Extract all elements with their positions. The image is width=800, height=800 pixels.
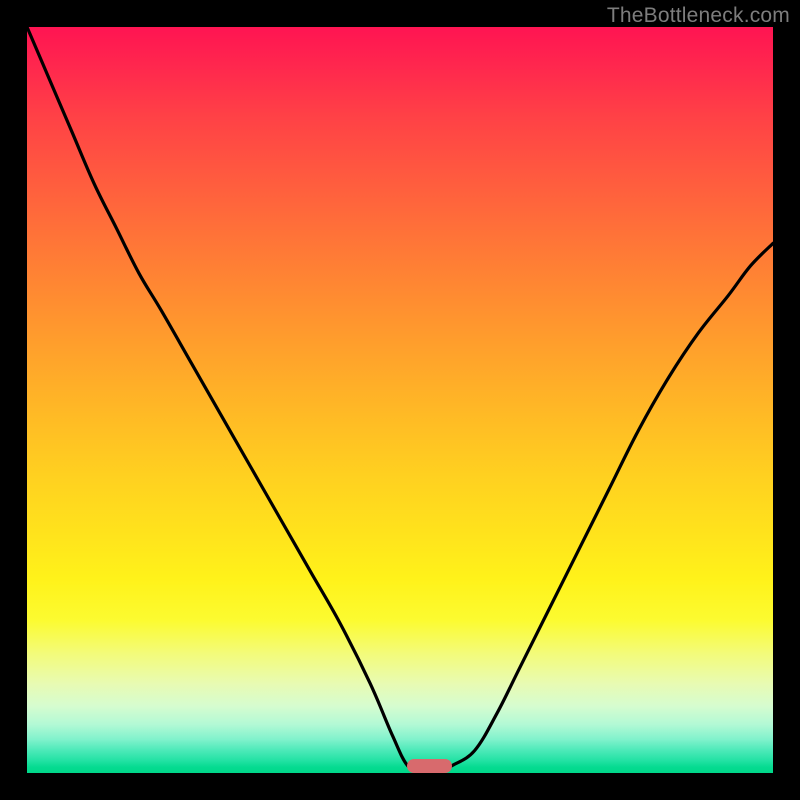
watermark-text: TheBottleneck.com xyxy=(607,4,790,28)
plot-area xyxy=(27,27,773,773)
bottleneck-curve xyxy=(27,27,773,773)
chart-frame: TheBottleneck.com xyxy=(0,0,800,800)
optimal-marker xyxy=(407,759,452,773)
